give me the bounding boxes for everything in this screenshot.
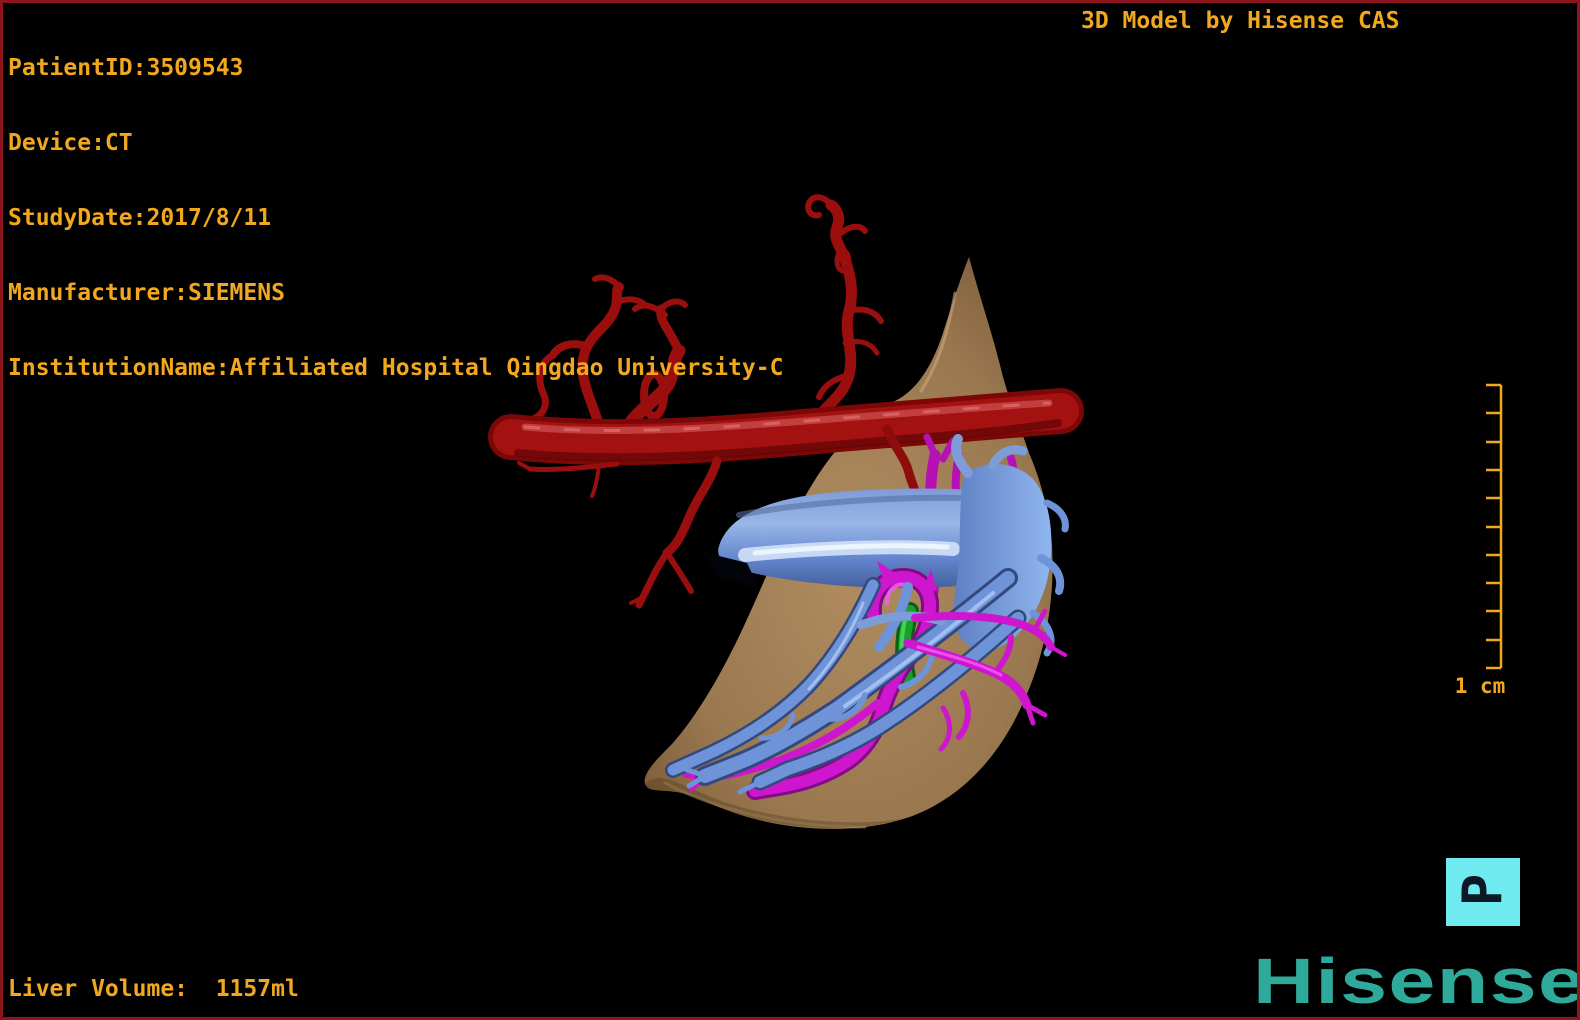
scale-ruler: 1 cm (1455, 383, 1506, 698)
orientation-letter-p: P (1450, 873, 1514, 907)
device-line: Device:CT (8, 130, 133, 156)
institution-line: InstitutionName:Affiliated Hospital Qing… (8, 355, 784, 381)
ruler-label: 1 cm (1455, 674, 1506, 698)
study-date-line: StudyDate:2017/8/11 (8, 205, 272, 231)
patient-id-line: PatientID:3509543 (8, 55, 244, 81)
hisense-logo: Hisense (1253, 945, 1580, 1017)
app-window: 1 cm PatientID:3509543 Device:CT StudyDa… (0, 0, 1580, 1020)
app-title: 3D Model by Hisense CAS (1081, 8, 1400, 34)
patient-info-block: PatientID:3509543 Device:CT StudyDate:20… (8, 6, 783, 431)
manufacturer-line: Manufacturer:SIEMENS (8, 280, 285, 306)
orientation-marker[interactable]: P (1446, 858, 1520, 926)
liver-volume-readout: Liver Volume: 1157ml (8, 976, 299, 1002)
